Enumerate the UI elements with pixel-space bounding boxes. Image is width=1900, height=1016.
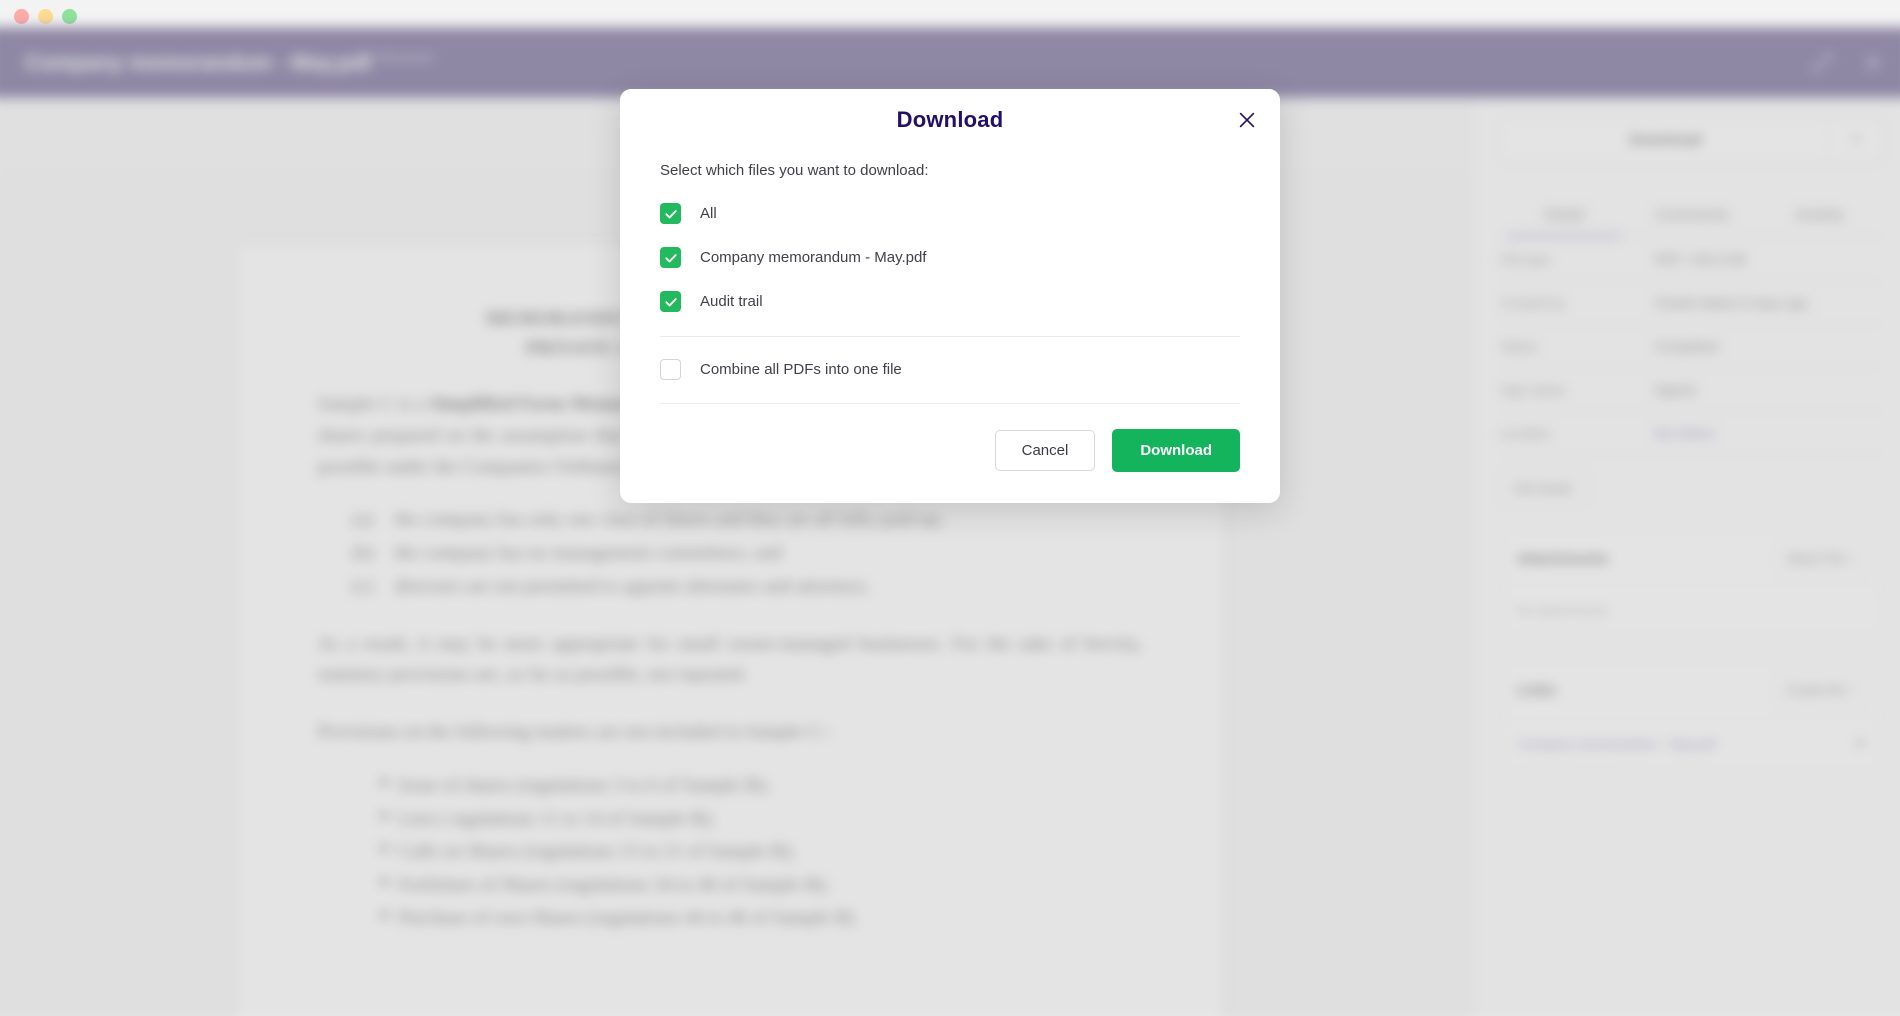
download-button[interactable]: Download bbox=[1112, 429, 1240, 472]
download-dialog: Download Select which files you want to … bbox=[620, 89, 1280, 503]
checkbox-audit-trail[interactable] bbox=[660, 291, 681, 312]
checkbox-label-document: Company memorandum - May.pdf bbox=[700, 249, 927, 266]
checkbox-row-audit-trail[interactable]: Audit trail bbox=[660, 291, 1240, 312]
cancel-button[interactable]: Cancel bbox=[994, 430, 1096, 471]
checkbox-label-all: All bbox=[700, 205, 717, 222]
checkbox-document[interactable] bbox=[660, 247, 681, 268]
checkbox-row-combine[interactable]: Combine all PDFs into one file bbox=[660, 359, 1240, 380]
checkbox-row-all[interactable]: All bbox=[660, 203, 1240, 224]
app-window: Company memorandum - May.pdf [Rename] ME… bbox=[0, 0, 1900, 1016]
check-icon bbox=[664, 253, 677, 262]
checkbox-combine-pdfs[interactable] bbox=[660, 359, 681, 380]
dialog-title: Download bbox=[896, 107, 1004, 132]
close-icon[interactable] bbox=[1236, 109, 1258, 131]
checkbox-label-combine-pdfs: Combine all PDFs into one file bbox=[700, 361, 902, 378]
checkbox-label-audit-trail: Audit trail bbox=[700, 293, 763, 310]
check-icon bbox=[664, 209, 677, 218]
dialog-footer: Cancel Download bbox=[620, 404, 1280, 503]
check-icon bbox=[664, 297, 677, 306]
dialog-divider-top bbox=[660, 336, 1240, 337]
dialog-body: Select which files you want to download:… bbox=[620, 151, 1280, 404]
checkbox-row-document[interactable]: Company memorandum - May.pdf bbox=[660, 247, 1240, 268]
dialog-subtitle: Select which files you want to download: bbox=[660, 162, 929, 179]
checkbox-all[interactable] bbox=[660, 203, 681, 224]
dialog-header: Download bbox=[620, 89, 1280, 151]
